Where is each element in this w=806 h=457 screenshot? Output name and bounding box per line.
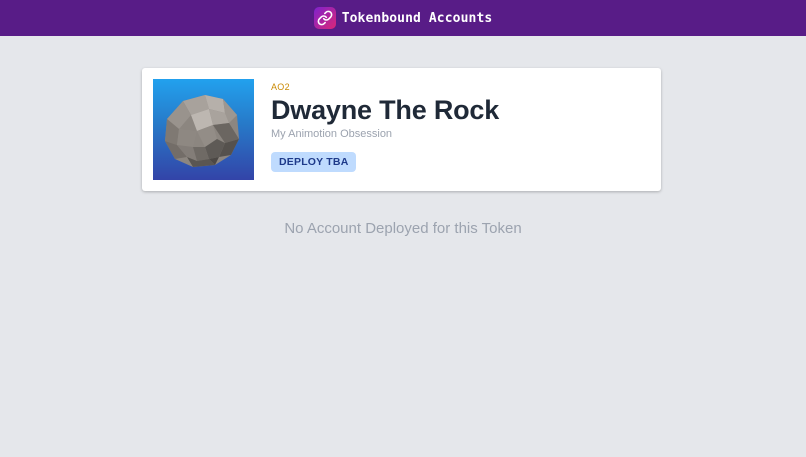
token-card: AO2 Dwayne The Rock My Animotion Obsessi…	[142, 68, 661, 191]
deploy-tba-button[interactable]: DEPLOY TBA	[271, 152, 357, 172]
brand[interactable]: Tokenbound Accounts	[313, 7, 493, 29]
rock-image	[153, 79, 254, 180]
collection-subtitle: My Animotion Obsession	[271, 128, 393, 140]
token-info: AO2 Dwayne The Rock My Animotion Obsessi…	[271, 82, 499, 172]
empty-state-message: No Account Deployed for this Token	[284, 220, 522, 237]
top-bar: Tokenbound Accounts	[0, 0, 806, 36]
collection-label: AO2	[271, 82, 290, 92]
app-title: Tokenbound Accounts	[341, 10, 493, 26]
link-icon	[313, 7, 336, 29]
token-name: Dwayne The Rock	[271, 95, 500, 125]
